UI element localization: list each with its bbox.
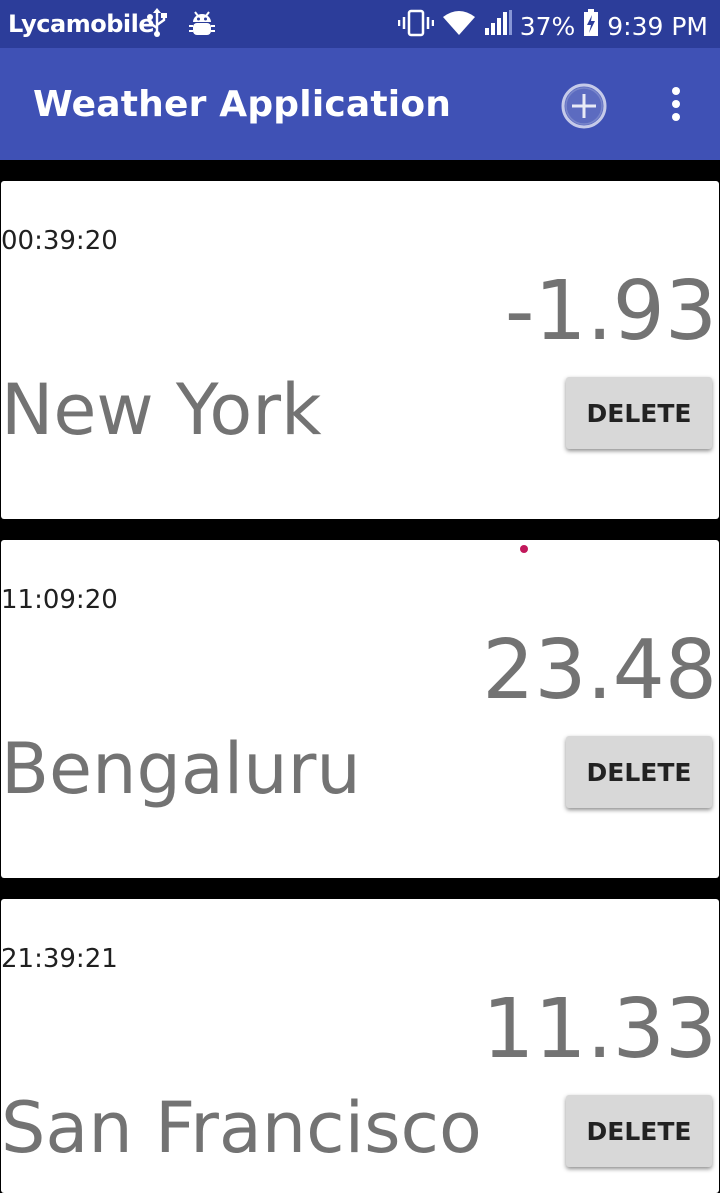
card-city-name: San Francisco	[1, 1087, 482, 1169]
app-title: Weather Application	[33, 84, 452, 125]
add-city-button[interactable]	[559, 81, 609, 131]
city-card-new-york: 00:39:20 -1.93 New York DELETE	[1, 181, 719, 519]
card-time: 11:09:20	[1, 585, 118, 615]
status-indicators: 37% 9:39 PM	[397, 9, 708, 43]
carrier-name: Lycamobile	[8, 10, 155, 38]
app-bar: Weather Application	[0, 48, 720, 160]
battery-charging-icon	[583, 9, 599, 43]
touch-indicator	[520, 545, 528, 553]
usb-icon	[146, 8, 168, 43]
overflow-menu-button[interactable]	[660, 84, 692, 128]
card-temperature: 11.33	[482, 982, 717, 1077]
delete-button[interactable]: DELETE	[566, 1095, 712, 1167]
signal-icon	[484, 10, 512, 42]
wifi-icon	[442, 10, 476, 42]
card-temperature: -1.93	[504, 264, 717, 359]
overflow-menu-icon	[672, 87, 680, 121]
status-bar: Lycamobile 37% 9:39 PM	[0, 0, 720, 48]
city-card-bengaluru: 11:09:20 23.48 Bengaluru DELETE	[1, 540, 719, 878]
city-card-san-francisco: 21:39:21 11.33 San Francisco DELETE	[1, 899, 719, 1193]
delete-button[interactable]: DELETE	[566, 736, 712, 808]
card-city-name: New York	[1, 369, 322, 451]
card-time: 21:39:21	[1, 944, 118, 974]
card-city-name: Bengaluru	[1, 728, 361, 810]
clock: 9:39 PM	[607, 11, 708, 41]
vibrate-icon	[397, 9, 434, 43]
card-temperature: 23.48	[482, 623, 717, 718]
delete-button[interactable]: DELETE	[566, 377, 712, 449]
add-circle-icon	[561, 83, 607, 129]
card-time: 00:39:20	[1, 226, 118, 256]
android-debug-icon	[188, 8, 216, 43]
battery-percent: 37%	[519, 11, 576, 41]
